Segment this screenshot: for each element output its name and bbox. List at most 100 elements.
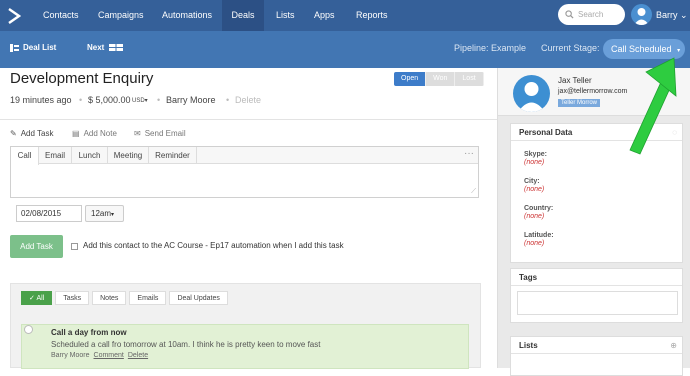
tab-reminder[interactable]: Reminder <box>149 147 197 164</box>
deal-title: Development Enquiry <box>10 70 154 87</box>
status-won-button[interactable]: Won <box>426 72 456 86</box>
contact-sidebar: Jax Teller jax@tellermorrow.com Teller M… <box>497 68 690 376</box>
automation-checkbox[interactable] <box>71 243 78 250</box>
nav-campaigns[interactable]: Campaigns <box>98 0 144 31</box>
task-complete-toggle[interactable] <box>24 325 33 334</box>
tags-heading: Tags <box>511 269 682 286</box>
deal-owner[interactable]: Barry Moore <box>166 95 216 105</box>
nav-automations[interactable]: Automations <box>162 0 212 31</box>
caret-down-icon: ▾ <box>111 212 115 218</box>
add-task-action-label: Add Task <box>20 129 54 138</box>
city-value[interactable]: (none) <box>524 186 544 193</box>
more-options-icon[interactable]: ··· <box>464 147 474 161</box>
filter-deal-updates[interactable]: Deal Updates <box>169 291 228 305</box>
activity-item-title: Call a day from now <box>51 328 127 337</box>
top-navigation: Contacts Campaigns Automations Deals Lis… <box>0 0 690 31</box>
send-email-label: Send Email <box>144 129 186 138</box>
lists-panel: Lists ⊕ <box>510 336 683 376</box>
chevron-down-icon: ⌄ <box>680 10 688 20</box>
pipeline-label: Pipeline: Example <box>454 43 527 53</box>
skype-label: Skype: <box>524 151 547 158</box>
tags-input[interactable] <box>517 291 678 315</box>
contact-card: Jax Teller jax@tellermorrow.com Teller M… <box>498 68 690 116</box>
filter-emails[interactable]: Emails <box>129 291 167 305</box>
comment-link[interactable]: Comment <box>94 352 124 359</box>
activity-item-meta: Barry Moore Comment Delete <box>51 352 148 359</box>
caret-down-icon: ▾ <box>677 48 681 54</box>
status-open-button[interactable]: Open <box>394 72 427 86</box>
country-value[interactable]: (none) <box>524 213 544 220</box>
search-input[interactable]: Search <box>558 4 625 25</box>
next-icon <box>109 43 124 52</box>
user-name: Barry <box>656 10 678 20</box>
nav-deals[interactable]: Deals <box>222 0 264 31</box>
deal-age: 19 minutes ago <box>10 95 72 105</box>
filter-all-label: All <box>36 295 45 302</box>
nav-contacts[interactable]: Contacts <box>43 0 79 31</box>
send-email-action[interactable]: ✉ Send Email <box>134 129 186 138</box>
nav-apps[interactable]: Apps <box>314 0 335 31</box>
tab-email[interactable]: Email <box>39 147 72 164</box>
envelope-icon: ✉ <box>134 129 141 138</box>
contact-email[interactable]: jax@tellermorrow.com <box>558 88 627 95</box>
filter-all[interactable]: ✓ All <box>21 291 53 305</box>
user-menu[interactable]: Barry ⌄ <box>656 0 688 31</box>
task-time-value: 12am <box>91 209 112 218</box>
deal-currency[interactable]: USD▾ <box>132 97 148 104</box>
deal-list-icon <box>10 43 19 52</box>
settings-icon[interactable]: ◌ <box>672 124 677 141</box>
add-task-action[interactable]: ✎ Add Task <box>10 129 53 138</box>
add-list-icon[interactable]: ⊕ <box>670 337 677 354</box>
meta-separator: • <box>157 95 161 105</box>
currency-caret-icon: ▾ <box>144 98 148 104</box>
delete-activity-link[interactable]: Delete <box>128 352 148 359</box>
logo-icon[interactable] <box>0 0 28 31</box>
personal-data-header: Personal Data ◌ <box>511 124 682 141</box>
add-note-action[interactable]: ▤ Add Note <box>72 129 117 138</box>
add-task-button[interactable]: Add Task <box>10 235 63 258</box>
lists-heading: Lists <box>519 341 538 350</box>
city-label: City: <box>524 178 540 185</box>
latitude-value[interactable]: (none) <box>524 240 544 247</box>
resize-handle-icon[interactable]: ⟋ <box>471 188 476 196</box>
contact-avatar[interactable] <box>513 75 550 112</box>
filter-notes[interactable]: Notes <box>92 291 127 305</box>
current-stage-dropdown[interactable]: Call Scheduled ▾ <box>603 39 685 59</box>
deal-list-link[interactable]: Deal List <box>10 43 56 52</box>
meta-separator: • <box>226 95 230 105</box>
deal-list-label: Deal List <box>23 43 57 52</box>
activity-filters: ✓ All Tasks Notes Emails Deal Updates <box>21 291 228 305</box>
activity-item-author: Barry Moore <box>51 352 90 359</box>
lists-header: Lists ⊕ <box>511 337 682 354</box>
note-icon: ▤ <box>72 129 80 138</box>
tab-call[interactable]: Call <box>11 147 39 165</box>
header-divider <box>0 119 497 120</box>
contact-company-badge[interactable]: Teller Morrow <box>558 99 601 107</box>
filter-tasks[interactable]: Tasks <box>55 291 90 305</box>
task-date-input[interactable]: 02/08/2015 <box>16 205 82 222</box>
deal-subbar: Deal List Next Pipeline: Example Current… <box>0 31 690 68</box>
personal-data-heading: Personal Data <box>519 128 573 137</box>
activity-item-body: Scheduled a call fro tomorrow at 10am. I… <box>51 340 321 349</box>
current-stage-label: Current Stage: <box>541 43 600 53</box>
contact-name[interactable]: Jax Teller <box>558 76 592 85</box>
tab-lunch[interactable]: Lunch <box>72 147 108 164</box>
next-deal-link[interactable]: Next <box>87 43 124 52</box>
search-placeholder: Search <box>578 10 604 19</box>
deal-status-group: Open Won Lost <box>394 72 484 86</box>
nav-reports[interactable]: Reports <box>356 0 388 31</box>
user-avatar[interactable] <box>631 4 652 25</box>
skype-value[interactable]: (none) <box>524 159 544 166</box>
deal-value[interactable]: $ 5,000.00 <box>88 95 131 105</box>
tab-meeting[interactable]: Meeting <box>108 147 149 164</box>
country-label: Country: <box>524 205 554 212</box>
automation-checkbox-label: Add this contact to the AC Course - Ep17… <box>83 241 344 250</box>
status-lost-button[interactable]: Lost <box>455 72 484 86</box>
personal-data-panel: Personal Data ◌ Skype: (none) City: (non… <box>510 123 683 263</box>
nav-lists[interactable]: Lists <box>276 0 295 31</box>
task-type-tabs: Call Email Lunch Meeting Reminder ··· <box>11 147 478 165</box>
task-time-select[interactable]: 12am▾ <box>85 205 124 222</box>
delete-deal-link[interactable]: Delete <box>235 95 261 105</box>
add-task-icon: ✎ <box>10 129 17 138</box>
task-description-textarea[interactable] <box>11 165 478 197</box>
